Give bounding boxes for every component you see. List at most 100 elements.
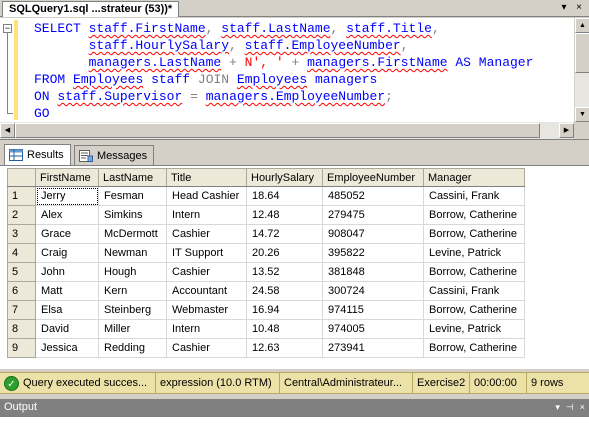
grid-cell[interactable]: Intern [166,319,247,339]
grid-cell[interactable]: Cassini, Frank [423,186,525,206]
table-row[interactable]: 9 Jessica Redding Cashier 12.63 273941 Borrow,… [7,338,525,358]
grid-cell[interactable]: Levine, Patrick [423,319,525,339]
row-number[interactable]: 8 [7,319,36,339]
grid-cell[interactable]: Jerry [35,186,99,206]
messages-icon [79,149,93,162]
column-header[interactable]: FirstName [35,168,99,187]
output-pane-body[interactable] [0,416,589,444]
grid-cell[interactable]: 14.72 [246,224,323,244]
grid-cell[interactable]: Borrow, Catherine [423,338,525,358]
grid-cell[interactable]: 273941 [322,338,424,358]
grid-cell[interactable]: 395822 [322,243,424,263]
grid-cell[interactable]: 974115 [322,300,424,320]
grid-cell[interactable]: Borrow, Catherine [423,300,525,320]
grid-cell[interactable]: 13.52 [246,262,323,282]
column-header[interactable]: Title [166,168,247,187]
row-number[interactable]: 2 [7,205,36,225]
grid-cell[interactable]: Webmaster [166,300,247,320]
grid-cell[interactable]: 485052 [322,186,424,206]
column-header[interactable]: Manager [423,168,525,187]
editor-horizontal-scrollbar[interactable]: ◀ ▶ [0,122,574,139]
row-number[interactable]: 5 [7,262,36,282]
grid-cell[interactable]: 10.48 [246,319,323,339]
grid-cell[interactable]: Cashier [166,262,247,282]
output-dropdown-icon[interactable]: ▾ [555,401,560,413]
grid-cell[interactable]: 12.63 [246,338,323,358]
column-header[interactable]: HourlySalary [246,168,323,187]
table-row[interactable]: 7 Elsa Steinberg Webmaster 16.94 974115 Borrow… [7,300,525,320]
grid-cell[interactable]: Accountant [166,281,247,301]
grid-cell[interactable]: Borrow, Catherine [423,224,525,244]
row-number[interactable]: 1 [7,186,36,206]
grid-cell[interactable]: Steinberg [98,300,167,320]
row-number[interactable]: 7 [7,300,36,320]
grid-cell[interactable]: Fesman [98,186,167,206]
grid-cell[interactable]: Newman [98,243,167,263]
grid-cell[interactable]: Miller [98,319,167,339]
grid-cell[interactable]: 18.64 [246,186,323,206]
column-header[interactable]: EmployeeNumber [322,168,424,187]
table-row[interactable]: 4 Craig Newman IT Support 20.26 395822 Levine,… [7,243,525,263]
grid-cell[interactable]: 908047 [322,224,424,244]
tab-list-dropdown-icon[interactable]: ▾ [558,2,570,14]
grid-cell[interactable]: 16.94 [246,300,323,320]
grid-cell[interactable]: Simkins [98,205,167,225]
row-number[interactable]: 6 [7,281,36,301]
scroll-thumb[interactable] [575,33,589,73]
scroll-left-icon[interactable]: ◀ [0,123,15,138]
grid-cell[interactable]: Borrow, Catherine [423,205,525,225]
grid-cell[interactable]: Redding [98,338,167,358]
tab-messages[interactable]: Messages [74,145,155,165]
grid-cell[interactable]: Levine, Patrick [423,243,525,263]
grid-cell[interactable]: David [35,319,99,339]
table-row[interactable]: 6 Matt Kern Accountant 24.58 300724 Cassini, F… [7,281,525,301]
grid-cell[interactable]: 24.58 [246,281,323,301]
results-grid[interactable]: FirstName LastName Title HourlySalary Em… [0,165,589,369]
scroll-down-icon[interactable]: ▼ [575,107,589,122]
grid-cell[interactable]: Cassini, Frank [423,281,525,301]
grid-cell[interactable]: Jessica [35,338,99,358]
grid-cell[interactable]: John [35,262,99,282]
scroll-up-icon[interactable]: ▲ [575,18,589,33]
close-tab-icon[interactable]: × [573,2,585,14]
table-row[interactable]: 8 David Miller Intern 10.48 974005 Levine, Pat… [7,319,525,339]
grid-cell[interactable]: Matt [35,281,99,301]
code-text[interactable]: SELECT staff.FirstName, staff.LastName, … [34,20,533,122]
table-row[interactable]: 3 Grace McDermott Cashier 14.72 908047 Borrow,… [7,224,525,244]
scroll-right-icon[interactable]: ▶ [559,123,574,138]
row-number[interactable]: 4 [7,243,36,263]
grid-cell[interactable]: 12.48 [246,205,323,225]
grid-cell[interactable]: Craig [35,243,99,263]
grid-cell[interactable]: 381848 [322,262,424,282]
grid-cell[interactable]: McDermott [98,224,167,244]
sql-editor[interactable]: − SELECT staff.FirstName, staff.LastName… [0,18,589,140]
grid-cell[interactable]: Head Cashier [166,186,247,206]
grid-cell[interactable]: 20.26 [246,243,323,263]
grid-cell[interactable]: Kern [98,281,167,301]
grid-cell[interactable]: 974005 [322,319,424,339]
grid-cell[interactable]: Cashier [166,224,247,244]
tab-results[interactable]: Results [4,144,71,165]
pin-icon[interactable]: ⊣ [566,401,574,413]
grid-cell[interactable]: Cashier [166,338,247,358]
grid-cell[interactable]: 300724 [322,281,424,301]
grid-cell[interactable]: Hough [98,262,167,282]
document-tab-query1[interactable]: SQLQuery1.sql ...strateur (53))* [2,1,180,17]
row-number[interactable]: 9 [7,338,36,358]
editor-vertical-scrollbar[interactable]: ▲ ▼ [574,18,589,122]
grid-cell[interactable]: Intern [166,205,247,225]
collapse-outline-icon[interactable]: − [3,24,12,33]
grid-cell[interactable]: Alex [35,205,99,225]
table-row[interactable]: 2 Alex Simkins Intern 12.48 279475 Borrow, Cat… [7,205,525,225]
hscroll-thumb[interactable] [15,123,540,138]
grid-cell[interactable]: Borrow, Catherine [423,262,525,282]
grid-cell[interactable]: 279475 [322,205,424,225]
grid-cell[interactable]: Elsa [35,300,99,320]
grid-cell[interactable]: Grace [35,224,99,244]
row-number[interactable]: 3 [7,224,36,244]
close-output-icon[interactable]: × [580,401,585,413]
table-row[interactable]: 1 Jerry Fesman Head Cashier 18.64 485052 Cassi… [7,186,525,206]
table-row[interactable]: 5 John Hough Cashier 13.52 381848 Borrow, Cath… [7,262,525,282]
column-header[interactable]: LastName [98,168,167,187]
grid-cell[interactable]: IT Support [166,243,247,263]
